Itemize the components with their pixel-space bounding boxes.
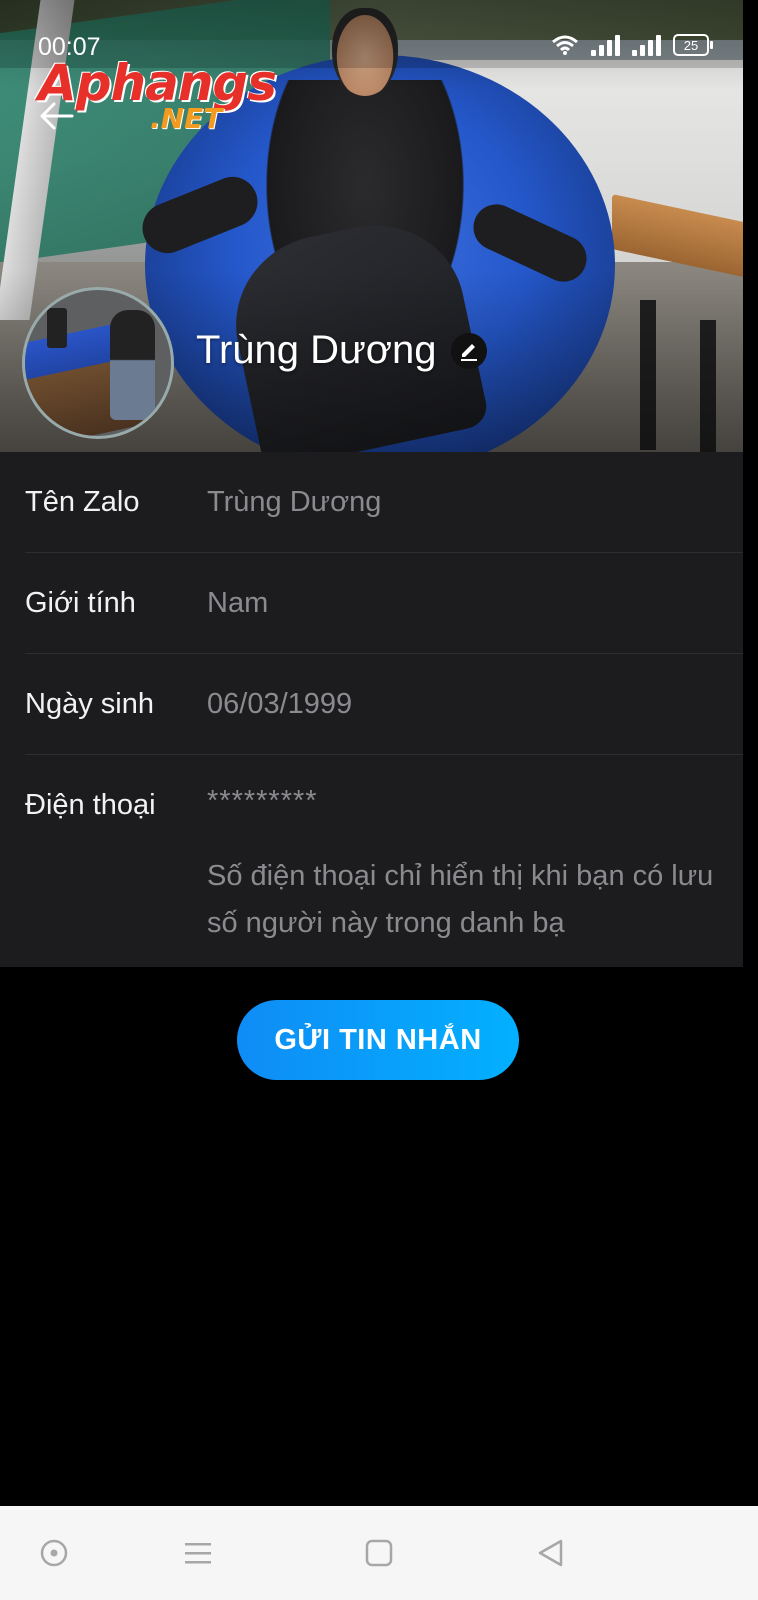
avatar[interactable] <box>22 287 174 439</box>
nav-menu-button[interactable] <box>158 1506 238 1600</box>
info-label: Ngày sinh <box>25 688 154 720</box>
nav-assistant-button[interactable] <box>14 1506 94 1600</box>
avatar-person <box>110 310 155 420</box>
watermark-bottom: .NET <box>150 102 223 135</box>
info-row-birthday: Ngày sinh 06/03/1999 <box>25 654 743 755</box>
info-value: 06/03/1999 <box>207 688 353 720</box>
wifi-icon <box>552 35 578 55</box>
info-value: ********* <box>207 785 318 817</box>
info-row-zalo-name: Tên Zalo Trùng Dương <box>25 452 743 553</box>
back-icon <box>538 1539 563 1567</box>
info-label: Tên Zalo <box>25 486 140 518</box>
status-icons: 25 <box>551 34 713 56</box>
system-nav-bar <box>0 1506 758 1600</box>
battery-icon: 25 <box>673 34 713 56</box>
info-row-gender: Giới tính Nam <box>25 553 743 654</box>
avatar-stool <box>47 308 67 348</box>
info-label: Điện thoại <box>25 789 156 821</box>
info-value: Trùng Dương <box>207 486 382 518</box>
assistant-icon <box>40 1539 68 1567</box>
menu-icon <box>185 1543 211 1564</box>
signal-icon <box>632 34 661 56</box>
info-value: Nam <box>207 587 269 619</box>
info-label: Giới tính <box>25 587 136 619</box>
home-icon <box>365 1539 393 1567</box>
nav-home-button[interactable] <box>339 1506 419 1600</box>
edit-name-button[interactable] <box>450 332 487 369</box>
info-panel: Tên Zalo Trùng Dương Giới tính Nam Ngày … <box>0 452 743 967</box>
pencil-icon <box>460 343 477 361</box>
battery-level: 25 <box>683 37 699 53</box>
nav-back-button[interactable] <box>510 1506 590 1600</box>
info-row-phone: Điện thoại ********* Số điện thoại chỉ h… <box>25 755 743 965</box>
back-button[interactable] <box>36 98 76 134</box>
signal-icon <box>591 34 620 56</box>
back-arrow-icon <box>40 102 74 130</box>
profile-name: Trùng Dương <box>196 328 487 373</box>
send-message-button[interactable]: GỬI TIN NHẮN <box>237 1000 519 1080</box>
phone-hint: Số điện thoại chỉ hiển thị khi bạn có lư… <box>207 860 714 939</box>
profile-name-text: Trùng Dương <box>196 328 437 372</box>
